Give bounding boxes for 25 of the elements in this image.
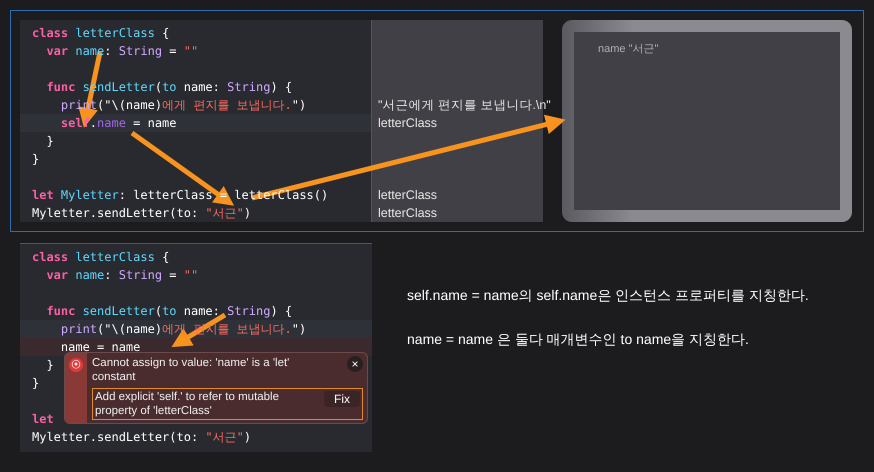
code-line: } bbox=[45, 134, 54, 148]
result-value: letterClass bbox=[378, 116, 438, 130]
code-line: class letterClass { bbox=[32, 250, 170, 264]
code-line: } bbox=[32, 376, 40, 390]
result-value: "서근에게 편지를 보냅니다.\n" bbox=[378, 96, 551, 114]
error-icon: ⦿ bbox=[69, 358, 83, 372]
result-value: letterClass bbox=[378, 206, 438, 220]
note-text: self.name = name의 self.name은 인스턴스 프로퍼티를 지칭한다. bbox=[407, 287, 809, 305]
code-line: func sendLetter(to name: String) { bbox=[45, 304, 292, 318]
code-line: } bbox=[45, 358, 54, 372]
code-line: Myletter.sendLetter(to: "서근") bbox=[32, 204, 252, 222]
fix-button[interactable]: Fix bbox=[324, 391, 360, 407]
result-value: letterClass bbox=[378, 188, 438, 202]
code-line: } bbox=[32, 152, 40, 166]
code-line: var name: String = "" bbox=[45, 268, 198, 282]
error-message: Cannot assign to value: 'name' is a 'let' constant bbox=[92, 356, 290, 384]
fix-text: Add explicit 'self.' to refer to mutable property of 'letterClass' bbox=[95, 390, 280, 418]
code-line: var name: String = "" bbox=[45, 44, 198, 58]
code-line: name = name bbox=[60, 340, 140, 354]
code-line: class letterClass { bbox=[32, 26, 170, 40]
close-button[interactable]: × bbox=[347, 356, 363, 372]
code-line: Myletter.sendLetter(to: "서근") bbox=[32, 428, 252, 446]
note-text: name = name 은 둘다 매개변수인 to name을 지칭한다. bbox=[407, 331, 750, 349]
preview-value: name "서근" bbox=[598, 43, 658, 55]
code-line: let bbox=[32, 412, 54, 426]
